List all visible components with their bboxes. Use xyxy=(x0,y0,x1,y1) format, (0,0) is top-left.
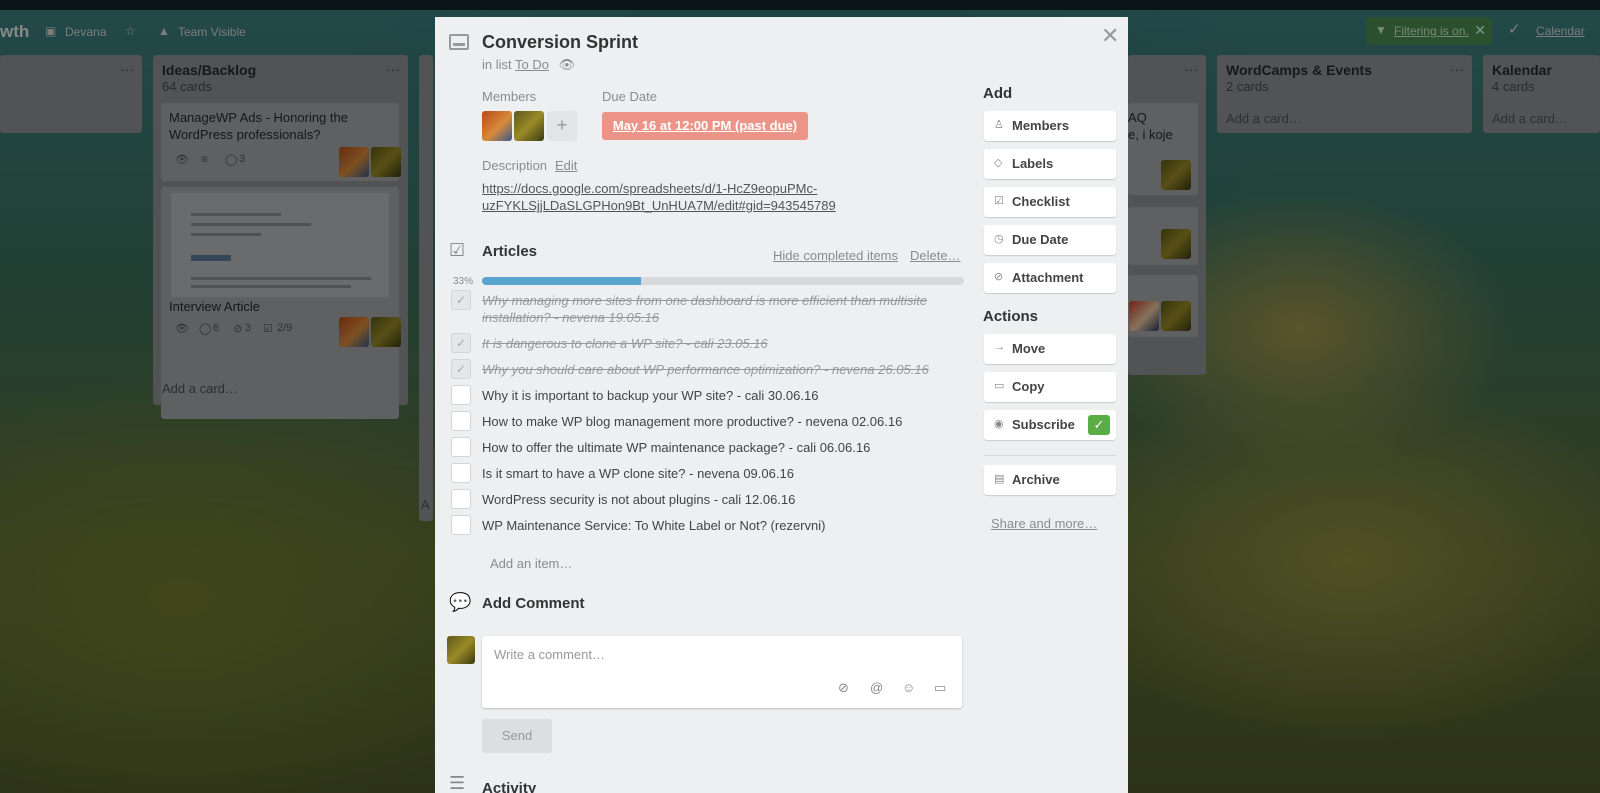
clock-icon: ◷ xyxy=(994,233,1004,245)
members-button[interactable]: ♙ Members xyxy=(984,111,1116,141)
checklist-item-text[interactable]: Is it smart to have a WP clone site? - n… xyxy=(482,465,962,482)
move-button[interactable]: → Move xyxy=(984,334,1116,364)
card-icon xyxy=(449,34,469,50)
due-date-label: Due Date xyxy=(602,89,657,104)
due-date-button[interactable]: ◷ Due Date xyxy=(984,225,1116,255)
checklist-item-text[interactable]: WordPress security is not about plugins … xyxy=(482,491,962,508)
button-label: Subscribe xyxy=(1012,417,1075,432)
checklist-progress-bar xyxy=(482,277,964,285)
list-link[interactable]: To Do xyxy=(515,57,549,72)
checkbox[interactable] xyxy=(451,463,471,483)
member-avatar[interactable] xyxy=(514,111,544,141)
checklist-button[interactable]: ☑ Checklist xyxy=(984,187,1116,217)
hide-completed-link[interactable]: Hide completed items xyxy=(773,248,898,263)
checkbox[interactable] xyxy=(451,411,471,431)
share-and-more-link[interactable]: Share and more… xyxy=(991,516,1097,531)
checklist-item-text[interactable]: Why managing more sites from one dashboa… xyxy=(482,292,962,326)
archive-icon: ▤ xyxy=(994,473,1005,485)
checklist-item-text[interactable]: Why it is important to backup your WP si… xyxy=(482,387,962,404)
checked-checkbox[interactable]: ✓ xyxy=(451,290,471,310)
sidebar-divider xyxy=(984,455,1116,456)
button-label: Due Date xyxy=(1012,232,1069,247)
arrow-right-icon: → xyxy=(994,341,1005,353)
add-member-button[interactable]: + xyxy=(547,111,577,141)
checklist-icon: ☑ xyxy=(449,240,466,260)
due-date-badge[interactable]: May 16 at 12:00 PM (past due) xyxy=(602,112,808,140)
subscribe-button[interactable]: ◉ Subscribe ✓ xyxy=(984,410,1116,440)
eye-icon: ◉ xyxy=(994,418,1004,430)
checklist-percent: 33% xyxy=(453,276,474,287)
card-detail-modal: ✕ Conversion Sprint in list To Do 👁 Memb… xyxy=(435,17,1128,793)
button-label: Checklist xyxy=(1012,194,1070,209)
button-label: Move xyxy=(1012,341,1046,356)
member-avatar[interactable] xyxy=(482,111,512,141)
checklist-item-text[interactable]: WP Maintenance Service: To White Label o… xyxy=(482,517,962,534)
description-link-line[interactable]: https://docs.google.com/spreadsheets/d/1… xyxy=(482,180,902,197)
checked-checkbox[interactable]: ✓ xyxy=(451,333,471,353)
emoji-icon[interactable]: ☺ xyxy=(902,680,915,695)
checkbox[interactable] xyxy=(451,437,471,457)
checkbox[interactable] xyxy=(451,515,471,535)
activity-icon: ☰ xyxy=(449,773,466,793)
comment-input[interactable]: Write a comment… ⊘ @ ☺ ▭ xyxy=(482,636,962,708)
checklist-item-text[interactable]: It is dangerous to clone a WP site? - ca… xyxy=(482,335,962,352)
in-list-prefix: in list xyxy=(482,57,512,72)
checklist-progress-fill xyxy=(482,277,642,285)
checkbox[interactable] xyxy=(451,489,471,509)
card-link-icon[interactable]: ▭ xyxy=(934,680,946,696)
labels-button[interactable]: ◇ Labels xyxy=(984,149,1116,179)
label-icon: ◇ xyxy=(994,157,1003,169)
add-comment-title: Add Comment xyxy=(482,595,585,612)
card-title[interactable]: Conversion Sprint xyxy=(482,32,638,53)
person-icon: ♙ xyxy=(994,119,1004,131)
send-button[interactable]: Send xyxy=(482,719,552,753)
activity-title: Activity xyxy=(482,780,537,793)
checked-checkbox[interactable]: ✓ xyxy=(451,359,471,379)
watch-icon: 👁 xyxy=(558,57,576,72)
copy-button[interactable]: ▭ Copy xyxy=(984,372,1116,402)
description-label: Description xyxy=(482,158,548,173)
close-icon[interactable]: ✕ xyxy=(1101,23,1119,49)
members-label: Members xyxy=(482,89,537,104)
delete-checklist-link[interactable]: Delete… xyxy=(910,248,961,263)
button-label: Labels xyxy=(1012,156,1054,171)
description-link-line[interactable]: uzFYKLSjjLDaSLGPHon9Bt_UnHUA7M/edit#gid=… xyxy=(482,197,902,214)
mention-icon[interactable]: @ xyxy=(870,680,883,695)
card-icon: ▭ xyxy=(994,380,1005,392)
paperclip-icon: ⊘ xyxy=(994,271,1004,283)
description-edit-link[interactable]: Edit xyxy=(555,158,577,173)
checklist-item-text[interactable]: Why you should care about WP performance… xyxy=(482,361,962,378)
checkbox[interactable] xyxy=(451,385,471,405)
add-section-title: Add xyxy=(983,85,1013,102)
card-list-location: in list To Do 👁 xyxy=(482,57,575,73)
button-label: Members xyxy=(1012,118,1070,133)
checklist-item-text[interactable]: How to make WP blog management more prod… xyxy=(482,413,962,430)
button-label: Attachment xyxy=(1012,270,1084,285)
subscribed-check-icon: ✓ xyxy=(1088,415,1110,435)
add-item-link[interactable]: Add an item… xyxy=(490,556,572,571)
comment-placeholder: Write a comment… xyxy=(494,647,606,662)
description-link[interactable]: https://docs.google.com/spreadsheets/d/1… xyxy=(482,180,902,214)
archive-button[interactable]: ▤ Archive xyxy=(984,465,1116,495)
actions-section-title: Actions xyxy=(983,308,1039,325)
comment-icon: 💬 xyxy=(449,592,472,612)
button-label: Archive xyxy=(1012,472,1060,487)
attachment-icon[interactable]: ⊘ xyxy=(838,680,849,696)
checklist-item-text[interactable]: How to offer the ultimate WP maintenance… xyxy=(482,439,962,456)
current-user-avatar[interactable] xyxy=(447,636,475,664)
checklist-icon: ☑ xyxy=(994,195,1004,207)
button-label: Copy xyxy=(1012,379,1045,394)
attachment-button[interactable]: ⊘ Attachment xyxy=(984,263,1116,293)
checklist-title[interactable]: Articles xyxy=(482,243,537,260)
